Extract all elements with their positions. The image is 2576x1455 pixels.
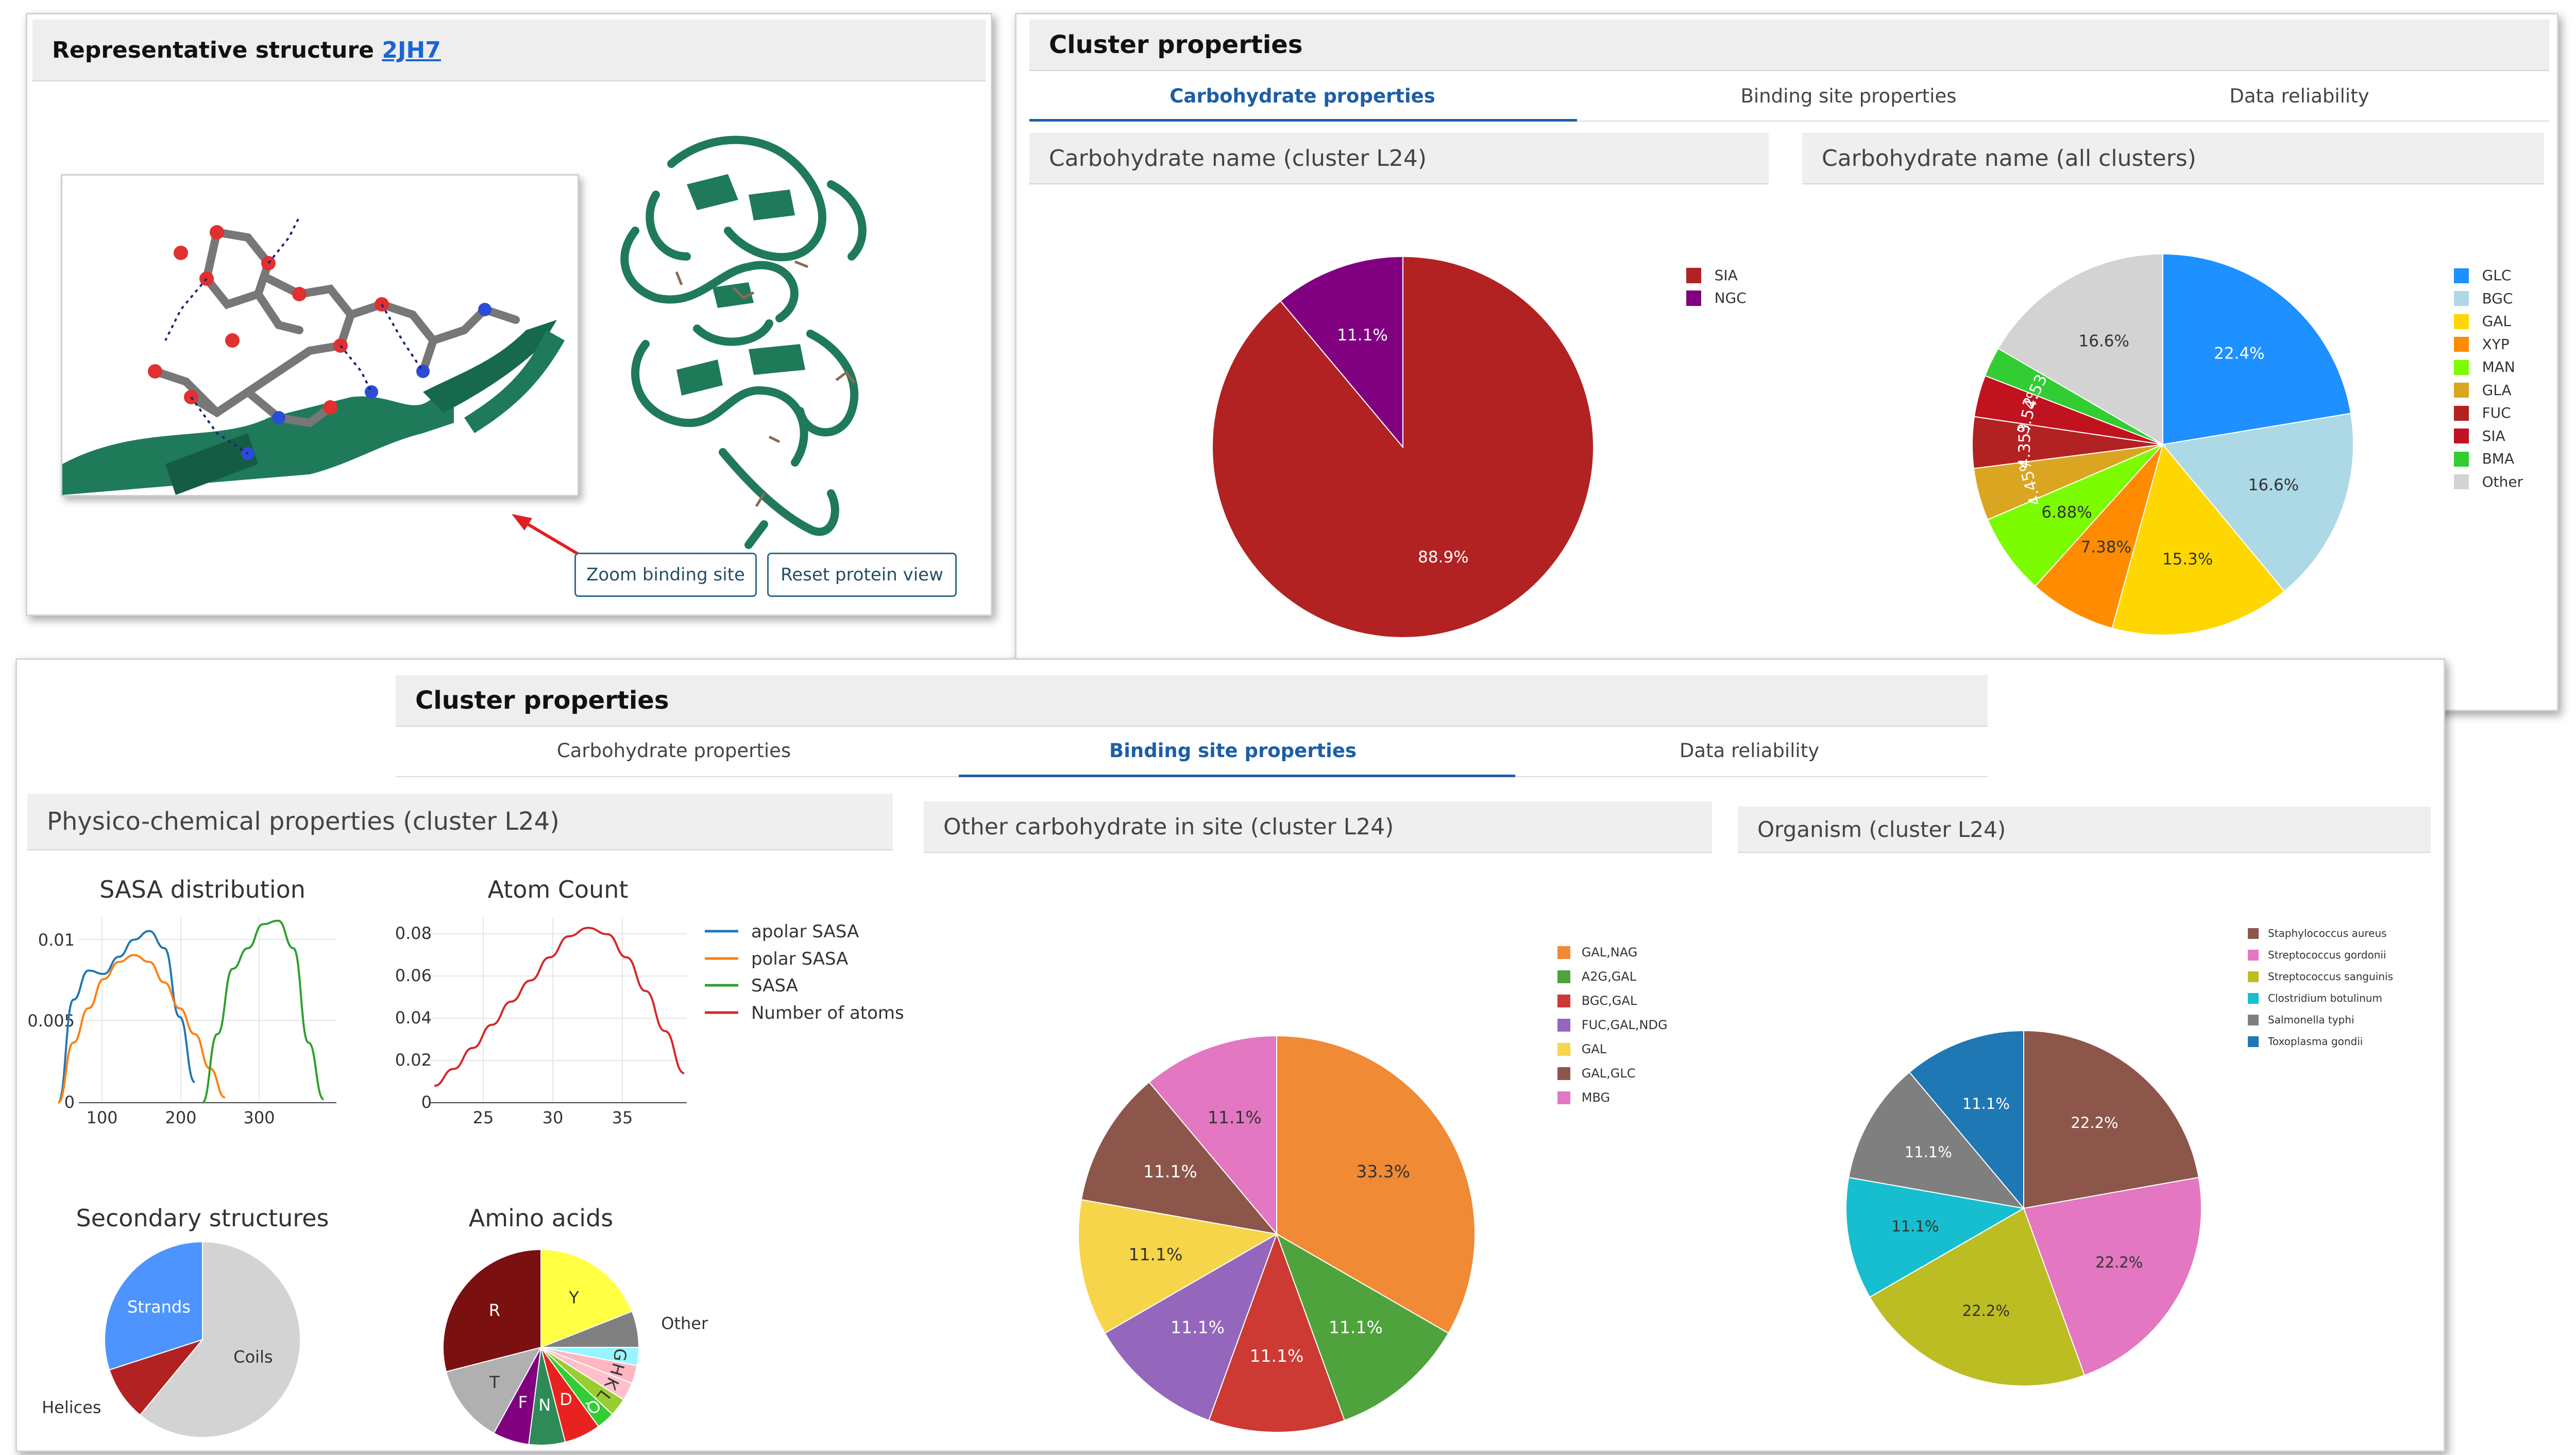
organism-legend: Staphylococcus aureus Streptococcus gordo… — [2248, 922, 2393, 1052]
legend-swatch — [2248, 1036, 2259, 1047]
legend-label: BGC — [2482, 289, 2513, 307]
pie-label-salmonella-typhi: 11.1% — [1905, 1143, 1952, 1161]
protein-overview-render[interactable] — [594, 102, 913, 555]
carb-name-cluster-legend: SIA NGC — [1686, 264, 1747, 310]
pie-label-xyp: 7.38% — [2081, 538, 2131, 557]
legend-item-streptococcus-sanguinis[interactable]: Streptococcus sanguinis — [2248, 966, 2393, 987]
pie-label-other: 16.6% — [2079, 332, 2129, 351]
legend-label: GLA — [2482, 381, 2512, 399]
pie-label-staphylococcus-aureus: 22.2% — [2071, 1114, 2118, 1132]
zoom-binding-site-button[interactable]: Zoom binding site — [574, 553, 757, 597]
legend-item-fuc[interactable]: FUC — [2454, 402, 2523, 425]
legend-item-glc[interactable]: GLC — [2454, 264, 2523, 287]
legend-label: GLC — [2482, 267, 2512, 284]
organism-pie: 22.2% 22.2% 22.2% 11.1% 11.1% 11.1% — [1845, 1030, 2202, 1386]
legend-item-sia[interactable]: SIA — [2454, 425, 2523, 448]
pie-label-clostridium-botulinum: 11.1% — [1891, 1218, 1939, 1235]
legend-label: SIA — [1714, 267, 1738, 284]
legend-label: MAN — [2482, 358, 2515, 375]
legend-label: FUC — [2482, 404, 2511, 421]
legend-swatch — [2454, 474, 2469, 490]
legend-swatch — [1686, 268, 1702, 283]
legend-label: Toxoplasma gondii — [2268, 1035, 2363, 1048]
legend-swatch — [2454, 429, 2469, 444]
legend-swatch — [2248, 1014, 2259, 1025]
cluster-properties-carbohydrate-panel: Cluster properties Carbohydrate properti… — [1015, 13, 2558, 711]
legend-item-bgc[interactable]: BGC — [2454, 287, 2523, 311]
pie-label-streptococcus-sanguinis: 22.2% — [1962, 1302, 2010, 1320]
legend-label: GAL — [2482, 313, 2512, 330]
structure-panel-header: Representative structure 2JH7 — [32, 20, 986, 81]
legend-swatch — [2248, 992, 2259, 1004]
legend-label: Other — [2482, 473, 2523, 490]
legend-swatch — [2248, 949, 2259, 961]
structure-title: Representative structure — [52, 37, 375, 63]
legend-swatch — [2454, 360, 2469, 375]
legend-item-staphylococcus-aureus[interactable]: Staphylococcus aureus — [2248, 922, 2393, 944]
legend-item-toxoplasma-gondii[interactable]: Toxoplasma gondii — [2248, 1031, 2393, 1052]
binding-site-ligand-render — [62, 216, 565, 495]
legend-item-gal[interactable]: GAL — [2454, 310, 2523, 333]
legend-swatch — [2248, 928, 2259, 939]
legend-item-xyp[interactable]: XYP — [2454, 333, 2523, 356]
legend-item-salmonella-typhi[interactable]: Salmonella typhi — [2248, 1009, 2393, 1031]
legend-swatch — [2454, 451, 2469, 467]
pie-label-bgc: 16.6% — [2248, 476, 2299, 494]
legend-label: Salmonella typhi — [2268, 1014, 2354, 1026]
legend-swatch — [2454, 405, 2469, 421]
legend-item-bma[interactable]: BMA — [2454, 448, 2523, 471]
reset-protein-view-button[interactable]: Reset protein view — [767, 553, 957, 597]
cluster-properties-binding-panel: Cluster properties Carbohydrate properti… — [15, 658, 2445, 1452]
carb-name-all-legend: GLC BGC GAL XYP MAN GLA FUC SIA BMA Other — [2454, 264, 2523, 493]
legend-label: XYP — [2482, 335, 2510, 353]
legend-item-streptococcus-gordonii[interactable]: Streptococcus gordonii — [2248, 944, 2393, 966]
legend-label: SIA — [2482, 427, 2505, 444]
legend-swatch — [2454, 268, 2469, 283]
legend-label: Streptococcus gordonii — [2268, 949, 2386, 961]
legend-item-other[interactable]: Other — [2454, 471, 2523, 494]
legend-item-ngc[interactable]: NGC — [1686, 287, 1747, 310]
pie-label-gal: 15.3% — [2162, 550, 2213, 569]
legend-swatch — [1686, 290, 1702, 306]
legend-swatch — [2454, 291, 2469, 306]
legend-label: Staphylococcus aureus — [2268, 927, 2387, 939]
legend-swatch — [2248, 971, 2259, 982]
pie-label-toxoplasma-gondii: 11.1% — [1962, 1095, 2010, 1112]
carb-name-all-pie: 22.4%16.6%15.3%7.38%6.88%4.45%4.35%3.54%… — [1972, 253, 2354, 636]
legend-swatch — [2454, 314, 2469, 329]
pdb-link[interactable]: 2JH7 — [382, 37, 440, 63]
legend-item-sia[interactable]: SIA — [1686, 264, 1747, 287]
structure-panel: Representative structure 2JH7 Zoom bindi… — [26, 13, 992, 616]
legend-label: BMA — [2482, 450, 2515, 467]
legend-swatch — [2454, 383, 2469, 398]
legend-item-man[interactable]: MAN — [2454, 356, 2523, 379]
pie-label-glc: 22.4% — [2214, 345, 2264, 363]
pie-label-streptococcus-gordonii: 22.2% — [2095, 1254, 2143, 1271]
legend-item-clostridium-botulinum[interactable]: Clostridium botulinum — [2248, 987, 2393, 1009]
legend-swatch — [2454, 337, 2469, 352]
legend-label: NGC — [1714, 289, 1747, 306]
legend-item-gla[interactable]: GLA — [2454, 379, 2523, 402]
legend-label: Clostridium botulinum — [2268, 992, 2382, 1004]
pie-label-man: 6.88% — [2041, 503, 2092, 522]
legend-label: Streptococcus sanguinis — [2268, 970, 2394, 983]
binding-site-view[interactable] — [61, 174, 579, 497]
